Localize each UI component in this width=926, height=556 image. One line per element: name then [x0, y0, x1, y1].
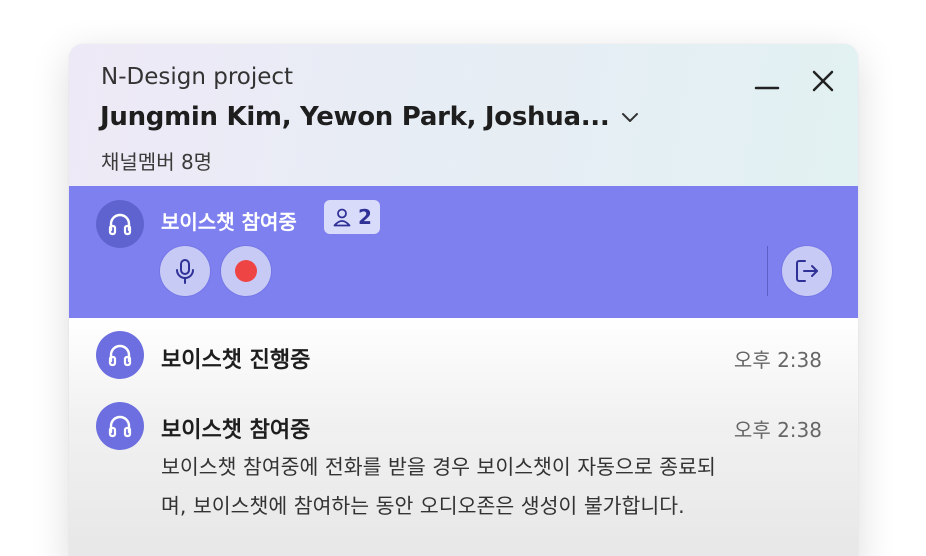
close-icon[interactable]: [810, 68, 836, 94]
chat-panel: N-Design project Jungmin Kim, Yewon Park…: [69, 44, 858, 556]
microphone-button[interactable]: [160, 246, 210, 296]
channel-title: Jungmin Kim, Yewon Park, Joshua...: [100, 102, 610, 132]
microphone-icon: [176, 259, 194, 284]
voice-status: 보이스챗 참여중: [161, 210, 297, 234]
record-icon: [235, 260, 257, 282]
leave-button[interactable]: [782, 246, 832, 296]
leave-icon: [796, 260, 818, 282]
channel-title-dropdown[interactable]: Jungmin Kim, Yewon Park, Joshua...: [100, 102, 639, 132]
headphones-icon: [108, 213, 132, 236]
message-title: 보이스챗 진행중: [161, 348, 311, 373]
message-body-line: 며, 보이스챗에 참여하는 동안 오디오존은 생성이 불가합니다.: [161, 494, 685, 518]
message-avatar: [96, 331, 144, 379]
headphones-icon: [108, 344, 132, 367]
message-title: 보이스챗 참여중: [161, 418, 311, 443]
member-count: 채널멤버 8명: [101, 150, 213, 174]
project-name: N-Design project: [101, 64, 294, 90]
message-avatar: [96, 402, 144, 450]
message-body-line: 보이스챗 참여중에 전화를 받을 경우 보이스챗이 자동으로 종료되: [161, 455, 716, 479]
message-time: 오후 2:38: [733, 348, 822, 372]
record-button[interactable]: [221, 246, 271, 296]
voice-chat-bar: 보이스챗 참여중 2: [69, 186, 858, 318]
voice-avatar: [96, 200, 144, 248]
minimize-icon[interactable]: [754, 68, 780, 94]
headphones-icon: [108, 415, 132, 438]
message-list: 보이스챗 진행중 오후 2:38 보이스챗 참여중 오후 2:38 보이스챗 참…: [69, 318, 858, 556]
divider: [767, 246, 768, 296]
participant-count: 2: [358, 205, 372, 229]
chat-header: N-Design project Jungmin Kim, Yewon Park…: [69, 44, 858, 186]
chevron-down-icon: [622, 113, 639, 122]
message-time: 오후 2:38: [733, 418, 822, 442]
participant-badge[interactable]: 2: [324, 200, 380, 234]
person-icon: [333, 208, 351, 227]
message-body: 보이스챗 참여중에 전화를 받을 경우 보이스챗이 자동으로 종료되 며, 보이…: [161, 448, 821, 526]
